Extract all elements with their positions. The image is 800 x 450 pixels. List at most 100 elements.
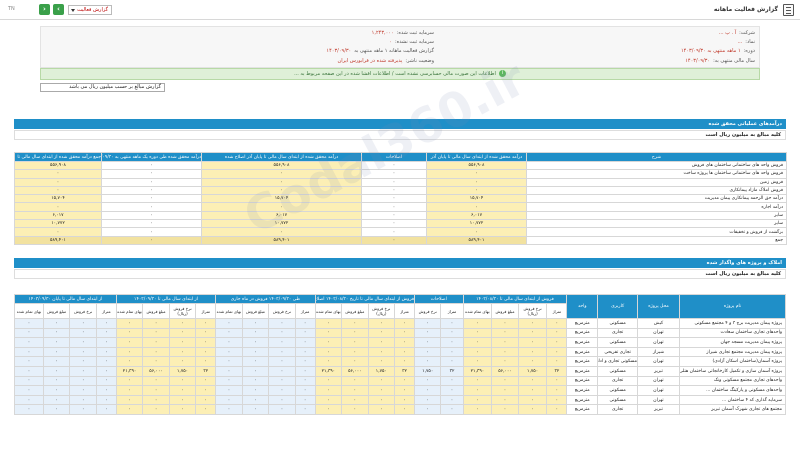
table-cell: ۰ [361, 177, 427, 187]
project-sub-header: مبلغ فروش [42, 303, 71, 319]
table-cell: ۰ [101, 194, 202, 204]
table-cell: ۰ [394, 337, 415, 348]
table-cell: ۰ [341, 327, 369, 339]
table-cell: ۰ [142, 356, 170, 367]
table-cell: تهران [637, 385, 680, 396]
table-cell: تهران [637, 327, 680, 339]
table-cell: ۰ [241, 394, 270, 406]
table-cell: ۰ [440, 337, 464, 348]
table-cell: ۰ [361, 160, 427, 171]
table-cell: ۰ [440, 375, 464, 387]
table-cell: ۰ [42, 346, 71, 358]
table-cell: ۰ [95, 346, 117, 358]
table-cell: ۰ [491, 394, 519, 406]
table-cell: ۰ [394, 394, 415, 406]
table-cell: ۰ [42, 394, 71, 406]
table-cell: ۲۱,۳۹۰ [314, 365, 343, 377]
table-cell: ۰ [215, 318, 243, 329]
status-field: وضعیت ناشر:پذیرفته شده در فرابورس ایران [337, 58, 434, 64]
table-cell: ۰ [69, 365, 97, 377]
table-cell: ۰ [115, 337, 144, 348]
next-button[interactable]: › [53, 4, 64, 15]
project-name: واحدهای تجاری ساختمان سعادت [678, 327, 787, 339]
report-type-select[interactable]: گزارش فعالیت [68, 5, 112, 15]
table-cell: ۰ [426, 177, 527, 187]
table-cell: ۰ [440, 394, 464, 406]
table-cell: ۰ [341, 375, 369, 387]
table-cell: ۰ [101, 160, 202, 171]
table-row: برگشت از فروش و تخفیفات ۰ ۰ ۰ ۰ ۰ [14, 227, 787, 237]
table-cell: ۰ [517, 356, 548, 367]
table-cell: ۰ [361, 227, 427, 237]
project-group-header: فروش از ابتدای سال مالی تا تاریخ ۱۴۰۳/۰۸… [314, 294, 415, 304]
table-cell: مترمربع [566, 356, 599, 367]
project-name: پروژه پیمان مدیریت برج ۳ و ۴ مجتمع مسکون… [678, 318, 787, 329]
table-cell: ۰ [201, 202, 362, 212]
table-cell: ۰ [168, 327, 197, 339]
table-cell: ۵۸۹,۴۰۱ [426, 235, 527, 245]
table-cell: ۰ [462, 394, 493, 406]
project-sub-header: بهای تمام شده [115, 303, 144, 319]
table-cell: ۰ [201, 169, 362, 179]
table-cell: مترمربع [566, 318, 599, 329]
table-cell: ۰ [462, 337, 493, 348]
table-row: فروش زمین ۰ ۰ ۰ ۰ ۰ [14, 177, 787, 187]
table-cell: ۰ [95, 318, 117, 329]
section-subtitle-projects: کلیه مبالغ به میلیون ریال است [14, 269, 786, 279]
table-cell: ۰ [426, 169, 527, 179]
table-cell: ۰ [440, 346, 464, 358]
table-cell: کیش [637, 318, 680, 329]
table-row: فروش واحد های ساختمانی ساختمان ها پروژه … [14, 169, 787, 179]
table-cell: ۰ [341, 346, 369, 358]
table-cell: ۰ [462, 318, 493, 329]
prev-button[interactable]: ‹ [39, 4, 50, 15]
table-cell: ۰ [195, 385, 217, 396]
table-cell: ۰ [101, 227, 202, 237]
table-cell: ۰ [367, 394, 396, 406]
section-header-revenue: درآمدهای عملیاتی محقق شده [14, 119, 786, 129]
table-cell: ۰ [69, 318, 97, 329]
table-row: پروژه پیمان مدیریت مجتمع تجاری شیراز شیرا… [14, 346, 787, 358]
table-cell: ۰ [42, 318, 71, 329]
table-cell: ۰ [115, 346, 144, 358]
table-cell: ۰ [314, 356, 343, 367]
chevron-down-icon [71, 9, 75, 12]
table-cell: ۱,۷۵۰ [413, 365, 442, 377]
table-cell: ۰ [314, 327, 343, 339]
table-cell: ۰ [314, 394, 343, 406]
table-cell: ۰ [101, 235, 202, 245]
table-cell: ۰ [101, 185, 202, 196]
table-cell: ۰ [491, 404, 519, 415]
table-cell: ۰ [14, 337, 44, 348]
table-cell: ۰ [168, 337, 197, 348]
table-cell: ۰ [341, 394, 369, 406]
revenue-col-header: جمع درآمد محقق شده از ابتدای سال مالی تا… [14, 152, 102, 162]
table-cell: ۰ [546, 337, 568, 348]
table-cell: ۰ [268, 356, 296, 367]
table-cell: ۱۰,۷۷۲ [201, 219, 362, 229]
table-cell: ۰ [241, 318, 270, 329]
table-cell: ۰ [195, 394, 217, 406]
table-cell: ۰ [462, 327, 493, 339]
project-sub-header: متراژ [195, 303, 217, 319]
project-sub-header: متراژ [95, 303, 117, 319]
table-cell: ۶,۰۱۷ [201, 210, 362, 221]
unit-note-box: گزارش مبالغ بر حسب میلیون ریال می باشد [40, 83, 165, 92]
table-cell: ۰ [215, 346, 243, 358]
table-cell: ۰ [69, 346, 97, 358]
table-cell: ۰ [42, 375, 71, 387]
table-cell: ۰ [517, 394, 548, 406]
section-header-projects: املاک و پروژه های واگذار شده [14, 258, 786, 268]
table-cell: ۰ [294, 385, 316, 396]
project-sub-header: متراژ [294, 303, 316, 319]
table-cell: مترمربع [566, 346, 599, 358]
table-cell: ۰ [294, 375, 316, 387]
table-cell: ۰ [241, 365, 270, 377]
table-cell: ۳۲ [440, 365, 464, 377]
table-cell: ۰ [115, 318, 144, 329]
revenue-col-header: شرح [526, 152, 787, 162]
table-cell: ۰ [294, 404, 316, 415]
project-group-header: فروش از ابتدای سال مالی تا ۱۴۰۳/۰۸/۳۰ [462, 294, 568, 304]
table-cell: ۰ [241, 337, 270, 348]
table-cell: ۰ [142, 346, 170, 358]
